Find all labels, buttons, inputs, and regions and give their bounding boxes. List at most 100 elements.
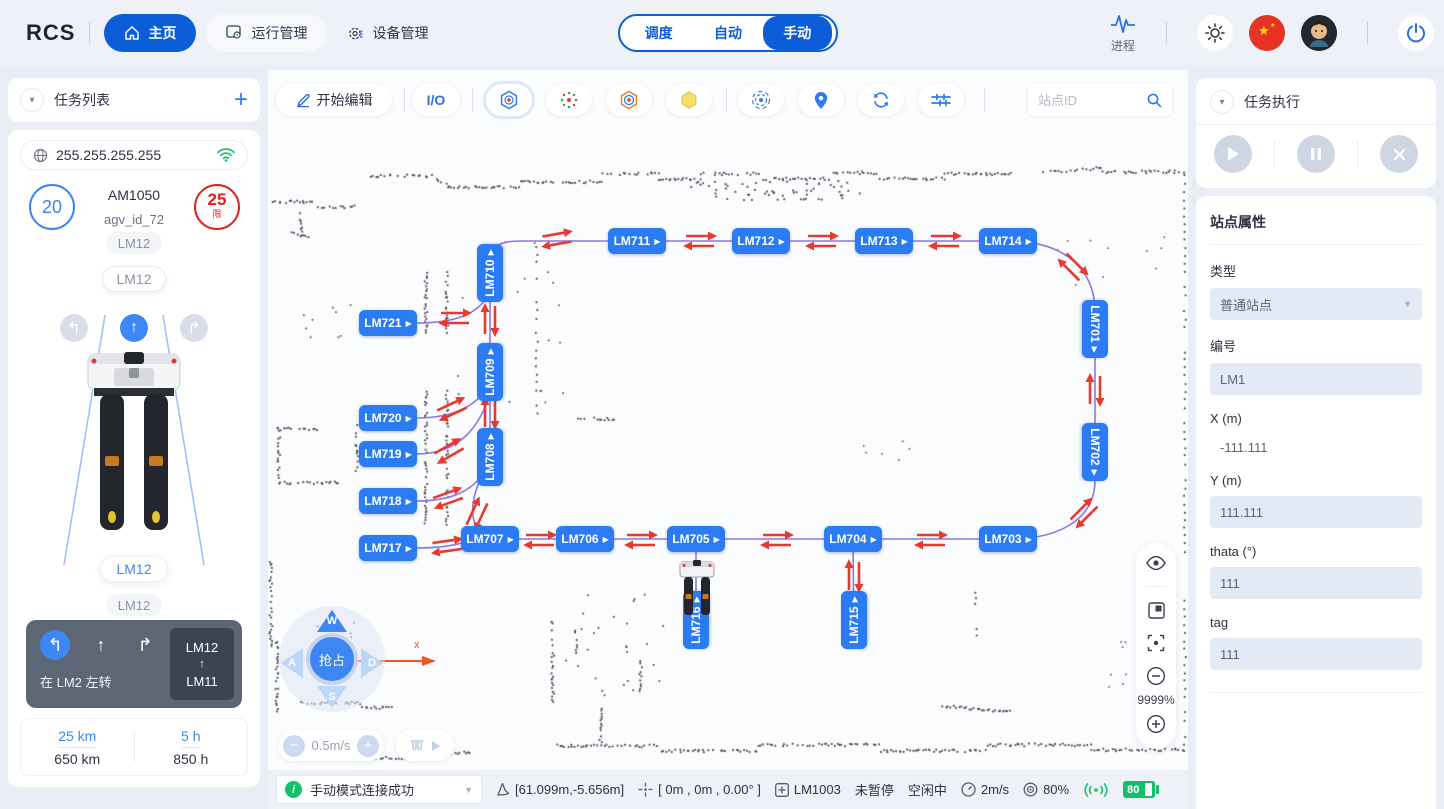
straight-icon[interactable]: ↑ bbox=[120, 314, 148, 342]
info-icon: i bbox=[285, 781, 302, 798]
zoom-in-button[interactable] bbox=[1146, 714, 1166, 734]
map-view-toolbar: 9999% bbox=[1136, 543, 1176, 749]
station-LM712[interactable]: LM712▶ bbox=[732, 228, 790, 254]
divider bbox=[1166, 22, 1167, 44]
divider bbox=[726, 88, 727, 112]
joystick-up-key[interactable]: W bbox=[317, 610, 347, 632]
station-direction-icon: ▶ bbox=[603, 535, 609, 544]
joystick-left-key[interactable]: A bbox=[281, 648, 303, 678]
stat-distance-today: 25 km bbox=[58, 728, 96, 748]
task-play-button[interactable] bbox=[1214, 135, 1252, 173]
layer-zones-button[interactable] bbox=[666, 84, 712, 116]
language-flag-button[interactable]: ★★ bbox=[1249, 15, 1285, 51]
power-button[interactable] bbox=[1398, 15, 1434, 51]
collapse-chevron-icon[interactable]: ▾ bbox=[1210, 90, 1234, 114]
yellow-hexagon-icon bbox=[679, 90, 699, 110]
center-focus-button[interactable] bbox=[1146, 633, 1166, 653]
field-type-select[interactable]: 普通站点 ▼ bbox=[1210, 288, 1422, 320]
fork-action-control[interactable] bbox=[396, 730, 454, 761]
nav-operations[interactable]: 运行管理 bbox=[206, 14, 327, 52]
station-badge-3: LM12 bbox=[100, 556, 168, 582]
seize-control-button[interactable]: 抢占 bbox=[306, 633, 358, 685]
station-LM701[interactable]: LM701▶ bbox=[1082, 300, 1108, 358]
turn-right-icon[interactable]: ↱ bbox=[180, 314, 208, 342]
vehicle-ip-row[interactable]: 255.255.255.255 bbox=[20, 140, 248, 170]
mode-auto[interactable]: 自动 bbox=[693, 18, 762, 48]
status-bar: i 手动模式连接成功 ▼ [61.099m,-5.656m] [ 0m , 0m… bbox=[268, 770, 1188, 809]
search-icon[interactable] bbox=[1146, 92, 1162, 108]
station-LM709[interactable]: LM709▶ bbox=[477, 343, 503, 401]
locate-robot-button[interactable] bbox=[738, 84, 784, 116]
pin-button[interactable] bbox=[798, 84, 844, 116]
station-LM715[interactable]: LM715▶ bbox=[841, 591, 867, 649]
station-LM705[interactable]: LM705▶ bbox=[667, 526, 725, 552]
process-button[interactable]: 进程 bbox=[1110, 12, 1136, 54]
visibility-button[interactable] bbox=[1146, 553, 1166, 573]
power-icon bbox=[1405, 22, 1427, 44]
zoom-out-button[interactable] bbox=[1146, 666, 1166, 686]
station-LM711[interactable]: LM711▶ bbox=[608, 228, 666, 254]
station-LM718[interactable]: LM718▶ bbox=[359, 488, 417, 514]
agv-robot-marker[interactable] bbox=[676, 560, 718, 618]
divider bbox=[1210, 692, 1422, 693]
field-no-input[interactable]: LM1 bbox=[1210, 363, 1422, 395]
station-LM713[interactable]: LM713▶ bbox=[855, 228, 913, 254]
task-cancel-button[interactable] bbox=[1380, 135, 1418, 173]
station-LM720[interactable]: LM720▶ bbox=[359, 405, 417, 431]
nav-devices-label: 设备管理 bbox=[372, 23, 428, 43]
theme-button[interactable] bbox=[1197, 15, 1233, 51]
user-avatar[interactable] bbox=[1301, 15, 1337, 51]
speed-decrease-button[interactable]: − bbox=[283, 735, 305, 757]
station-LM721[interactable]: LM721▶ bbox=[359, 310, 417, 336]
turn-left-icon[interactable]: ↰ bbox=[60, 314, 88, 342]
manual-speed-control: − 0.5m/s + bbox=[278, 730, 384, 761]
nav-straight-icon[interactable]: ↑ bbox=[86, 630, 116, 660]
task-pause-button[interactable] bbox=[1297, 135, 1335, 173]
nav-turn-left-icon[interactable]: ↰ bbox=[40, 630, 70, 660]
station-label: LM719 bbox=[364, 447, 401, 461]
field-theta-input[interactable]: 111 bbox=[1210, 567, 1422, 599]
speed-increase-button[interactable]: + bbox=[357, 735, 379, 757]
station-direction-icon: ▶ bbox=[406, 414, 412, 423]
minimap-button[interactable] bbox=[1146, 600, 1166, 620]
station-LM719[interactable]: LM719▶ bbox=[359, 441, 417, 467]
nav-turn-right-icon[interactable]: ↱ bbox=[130, 630, 160, 660]
station-LM707[interactable]: LM707▶ bbox=[461, 526, 519, 552]
layer-stations-button[interactable] bbox=[486, 84, 532, 116]
filter-settings-button[interactable] bbox=[918, 84, 964, 116]
speed-status: 2m/s bbox=[961, 782, 1009, 797]
nav-devices[interactable]: 设备管理 bbox=[327, 14, 448, 52]
mode-dispatch[interactable]: 调度 bbox=[624, 18, 693, 48]
joystick-down-key[interactable]: S bbox=[317, 686, 347, 708]
field-y-value: 111.111 bbox=[1220, 505, 1263, 520]
field-tag-input[interactable]: 111 bbox=[1210, 638, 1422, 670]
station-LM714[interactable]: LM714▶ bbox=[979, 228, 1037, 254]
station-LM706[interactable]: LM706▶ bbox=[556, 526, 614, 552]
nav-operations-label: 运行管理 bbox=[251, 23, 307, 43]
station-LM702[interactable]: LM702▶ bbox=[1082, 423, 1108, 481]
layer-areas-button[interactable] bbox=[606, 84, 652, 116]
station-LM717[interactable]: LM717▶ bbox=[359, 535, 417, 561]
station-badge-1: LM12 bbox=[106, 232, 162, 254]
station-LM708[interactable]: LM708▶ bbox=[477, 428, 503, 486]
station-search-input[interactable] bbox=[1038, 93, 1146, 108]
layer-pointcloud-button[interactable] bbox=[546, 84, 592, 116]
forklift-graphic bbox=[74, 352, 194, 542]
station-LM703[interactable]: LM703▶ bbox=[979, 526, 1037, 552]
field-tag-value: 111 bbox=[1220, 647, 1240, 662]
status-message-select[interactable]: i 手动模式连接成功 ▼ bbox=[276, 775, 482, 804]
refresh-button[interactable] bbox=[858, 84, 904, 116]
joystick-right-key[interactable]: D bbox=[361, 648, 383, 678]
globe-icon bbox=[33, 148, 48, 163]
collapse-chevron-icon[interactable]: ▾ bbox=[20, 88, 44, 112]
field-y-input[interactable]: 111.111 bbox=[1210, 496, 1422, 528]
station-LM704[interactable]: LM704▶ bbox=[824, 526, 882, 552]
start-edit-button[interactable]: 开始编辑 bbox=[276, 84, 392, 116]
mode-manual[interactable]: 手动 bbox=[763, 16, 832, 50]
station-LM710[interactable]: LM710▶ bbox=[477, 244, 503, 302]
nav-home[interactable]: 主页 bbox=[104, 14, 196, 52]
divider bbox=[89, 22, 90, 44]
battery-gap bbox=[1145, 783, 1152, 796]
io-button[interactable]: I/O bbox=[412, 84, 460, 116]
add-task-button[interactable]: + bbox=[234, 90, 248, 110]
